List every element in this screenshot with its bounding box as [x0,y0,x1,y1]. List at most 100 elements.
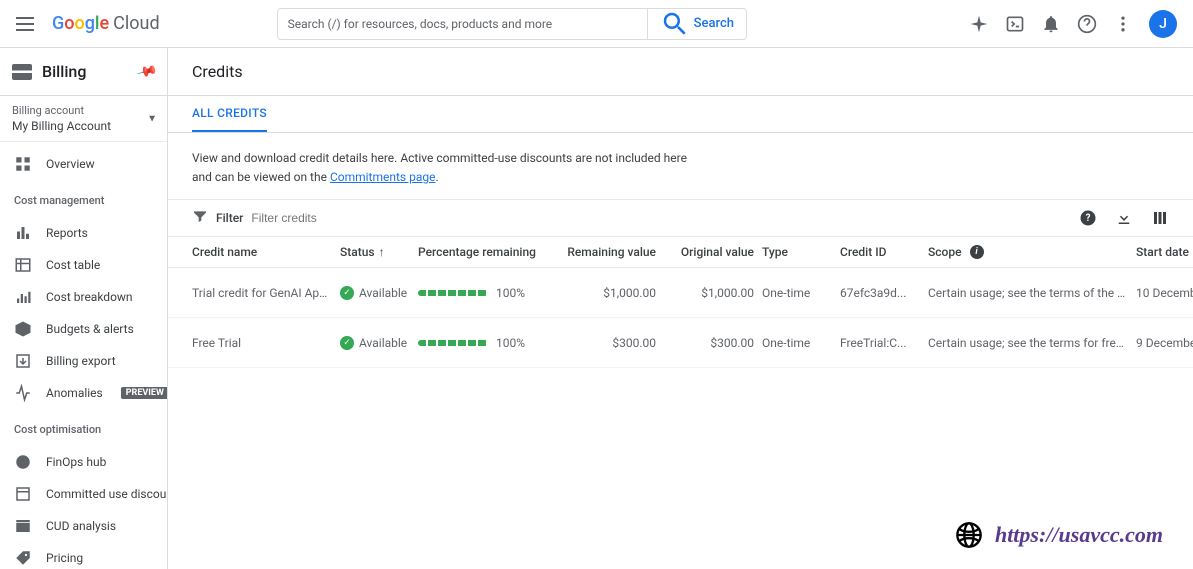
help-filled-icon[interactable]: ? [1079,209,1097,227]
col-status[interactable]: Status↑ [340,245,410,259]
columns-icon[interactable] [1151,209,1169,227]
col-original[interactable]: Original value [664,245,754,259]
col-credit-id[interactable]: Credit ID [840,245,920,259]
table-row: Trial credit for GenAI App Builder ✓Avai… [168,268,1193,318]
sidebar-item-cost-table[interactable]: Cost table [0,249,167,281]
reports-icon [14,224,32,242]
export-icon [14,352,32,370]
breakdown-icon [14,288,32,306]
sidebar-item-reports[interactable]: Reports [0,217,167,249]
cell-name: Free Trial [192,336,332,350]
credits-table: Credit name Status↑ Percentage remaining… [168,237,1193,368]
col-type[interactable]: Type [762,245,832,259]
search-button-label: Search [694,16,734,31]
cud-icon [14,517,32,535]
cell-remaining: $300.00 [556,336,656,350]
account-selector[interactable]: Billing account My Billing Account ▼ [0,96,167,142]
sidebar-item-finops[interactable]: FinOps hub [0,446,167,478]
cell-original: $300.00 [664,336,754,350]
account-name: My Billing Account [12,119,155,133]
globe-icon [955,521,983,549]
cell-start: 9 December 2024 [1136,336,1193,350]
sidebar-item-label: CUD analysis [46,519,116,533]
download-icon[interactable] [1115,209,1133,227]
svg-text:?: ? [1086,213,1091,224]
nav-heading: Cost optimisation [0,415,167,440]
help-icon[interactable] [1077,14,1097,34]
notifications-icon[interactable] [1041,14,1061,34]
sidebar-item-cost-breakdown[interactable]: Cost breakdown [0,281,167,313]
tabs: ALL CREDITS [168,96,1193,133]
committed-icon [14,485,32,503]
chevron-down-icon: ▼ [147,113,157,124]
cell-pct: 100% [418,336,548,350]
search-button[interactable]: Search [647,8,747,40]
sidebar-item-label: Anomalies [46,386,103,400]
table-row: Free Trial ✓Available 100% $300.00 $300.… [168,318,1193,368]
col-pct[interactable]: Percentage remaining [418,245,548,259]
sidebar-item-pricing[interactable]: Pricing [0,542,167,569]
sidebar-item-label: Cost table [46,258,100,272]
finops-icon [14,453,32,471]
page-description: View and download credit details here. A… [168,133,728,199]
tab-all-credits[interactable]: ALL CREDITS [192,96,267,132]
watermark-text: https://usavcc.com [995,522,1163,548]
cell-credit-id: 67efc3a9d... [840,286,920,300]
anomalies-icon [14,384,32,402]
menu-icon[interactable] [16,12,40,36]
cell-start: 10 December 2024 [1136,286,1193,300]
col-start[interactable]: Start date [1136,245,1193,259]
cell-scope: Certain usage; see the terms of the prom… [928,286,1128,300]
cell-credit-id: FreeTrial:C... [840,336,920,350]
avatar[interactable]: J [1149,10,1177,38]
info-icon[interactable]: i [970,245,984,259]
progress-bar [418,340,488,346]
col-remaining[interactable]: Remaining value [556,245,656,259]
check-icon: ✓ [340,336,354,350]
account-label: Billing account [12,104,155,117]
sidebar: Billing 📌 Billing account My Billing Acc… [0,48,168,569]
search-input[interactable]: Search (/) for resources, docs, products… [277,8,647,40]
sidebar-item-label: Pricing [46,551,83,565]
commitments-link[interactable]: Commitments page [330,170,436,184]
billing-icon [12,64,32,80]
sidebar-item-label: Overview [46,157,95,171]
sidebar-title: Billing [42,62,128,81]
col-scope[interactable]: Scopei [928,245,1128,259]
sidebar-item-overview[interactable]: Overview [0,148,167,180]
table-header: Credit name Status↑ Percentage remaining… [168,237,1193,268]
filter-input[interactable] [251,211,1071,225]
page-title: Credits [192,62,243,81]
cell-type: One-time [762,336,832,350]
pricing-icon [14,549,32,567]
cell-remaining: $1,000.00 [556,286,656,300]
main-layout: Billing 📌 Billing account My Billing Acc… [0,48,1193,569]
sidebar-item-anomalies[interactable]: AnomaliesPREVIEW [0,377,167,409]
nav-heading: Cost management [0,186,167,211]
watermark: https://usavcc.com [955,521,1163,549]
search-icon [660,9,690,39]
google-cloud-logo[interactable]: Google Cloud [52,13,160,34]
cell-type: One-time [762,286,832,300]
sidebar-item-budgets[interactable]: Budgets & alerts [0,313,167,345]
gemini-icon[interactable] [969,14,989,34]
col-credit-name[interactable]: Credit name [192,245,332,259]
sidebar-item-label: Reports [46,226,88,240]
check-icon: ✓ [340,286,354,300]
cell-scope: Certain usage; see the terms for free tr… [928,336,1128,350]
pin-icon[interactable]: 📌 [135,60,158,83]
progress-bar [418,290,488,296]
sidebar-item-billing-export[interactable]: Billing export [0,345,167,377]
cloud-shell-icon[interactable] [1005,14,1025,34]
more-icon[interactable] [1113,14,1133,34]
cell-original: $1,000.00 [664,286,754,300]
sidebar-item-committed[interactable]: Committed use discounts... [0,478,167,510]
filter-label: Filter [216,211,243,225]
cell-status: ✓Available [340,286,410,300]
sidebar-item-label: Committed use discounts... [46,487,167,501]
filter-icon[interactable] [192,208,208,228]
sidebar-item-cud[interactable]: CUD analysis [0,510,167,542]
search-container: Search (/) for resources, docs, products… [277,8,747,40]
sidebar-item-label: FinOps hub [46,455,106,469]
cell-status: ✓Available [340,336,410,350]
